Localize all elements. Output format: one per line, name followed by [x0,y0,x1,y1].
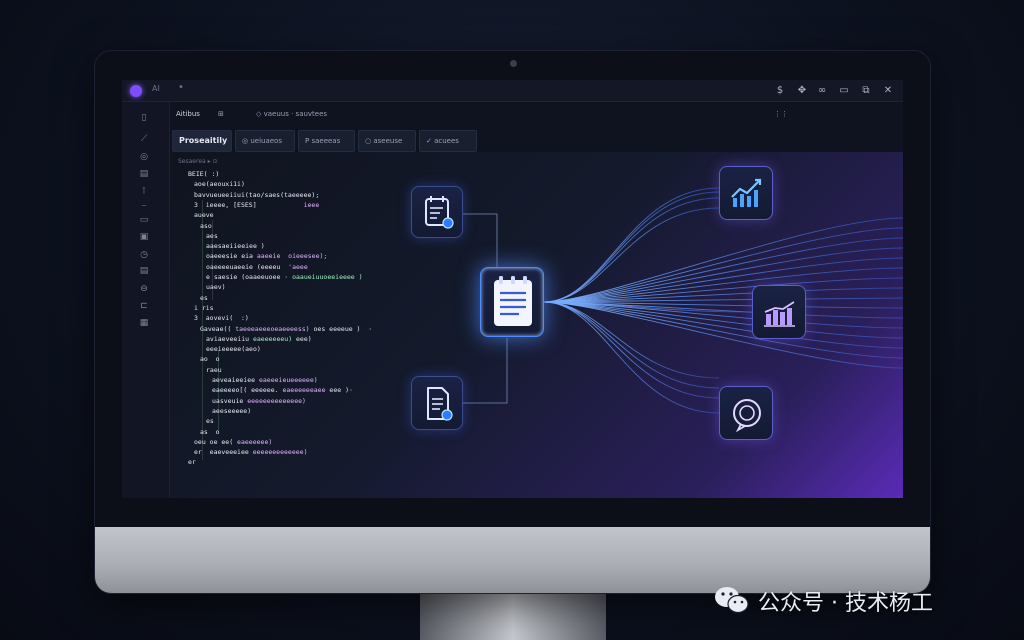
connection-wire [543,301,720,389]
calendar-doc-node[interactable] [411,186,463,238]
bar-chart-node[interactable] [752,285,806,339]
document-node[interactable] [411,376,463,430]
calendar-doc-icon [425,196,454,229]
connection-wire [543,301,720,414]
notepad-icon [494,276,532,326]
connection-wire [543,197,720,303]
screen: AI • $ ✥ ∞ ▭ ⧉ ✕ ▯ ⟋ ◎ ▤ ⊺ ⎯ ▭ ▣ ◷ ▤ ⊖ ⊏… [122,80,903,498]
watermark: 公众号 · 技术杨工 [712,582,1004,618]
monitor-stand [420,592,606,640]
hub-document-node[interactable] [480,267,544,337]
document-check-icon [427,387,453,421]
trend-chart-icon [731,178,762,207]
wechat-logo-icon [715,587,749,614]
chat-bubble-icon [733,399,761,433]
chat-node[interactable] [719,386,773,440]
camera-icon [510,60,517,67]
watermark-text: 公众号 · 技术杨工 [758,591,933,616]
trend-chart-node[interactable] [719,166,773,220]
bar-chart-icon [764,301,795,327]
connection-wire [543,227,903,303]
